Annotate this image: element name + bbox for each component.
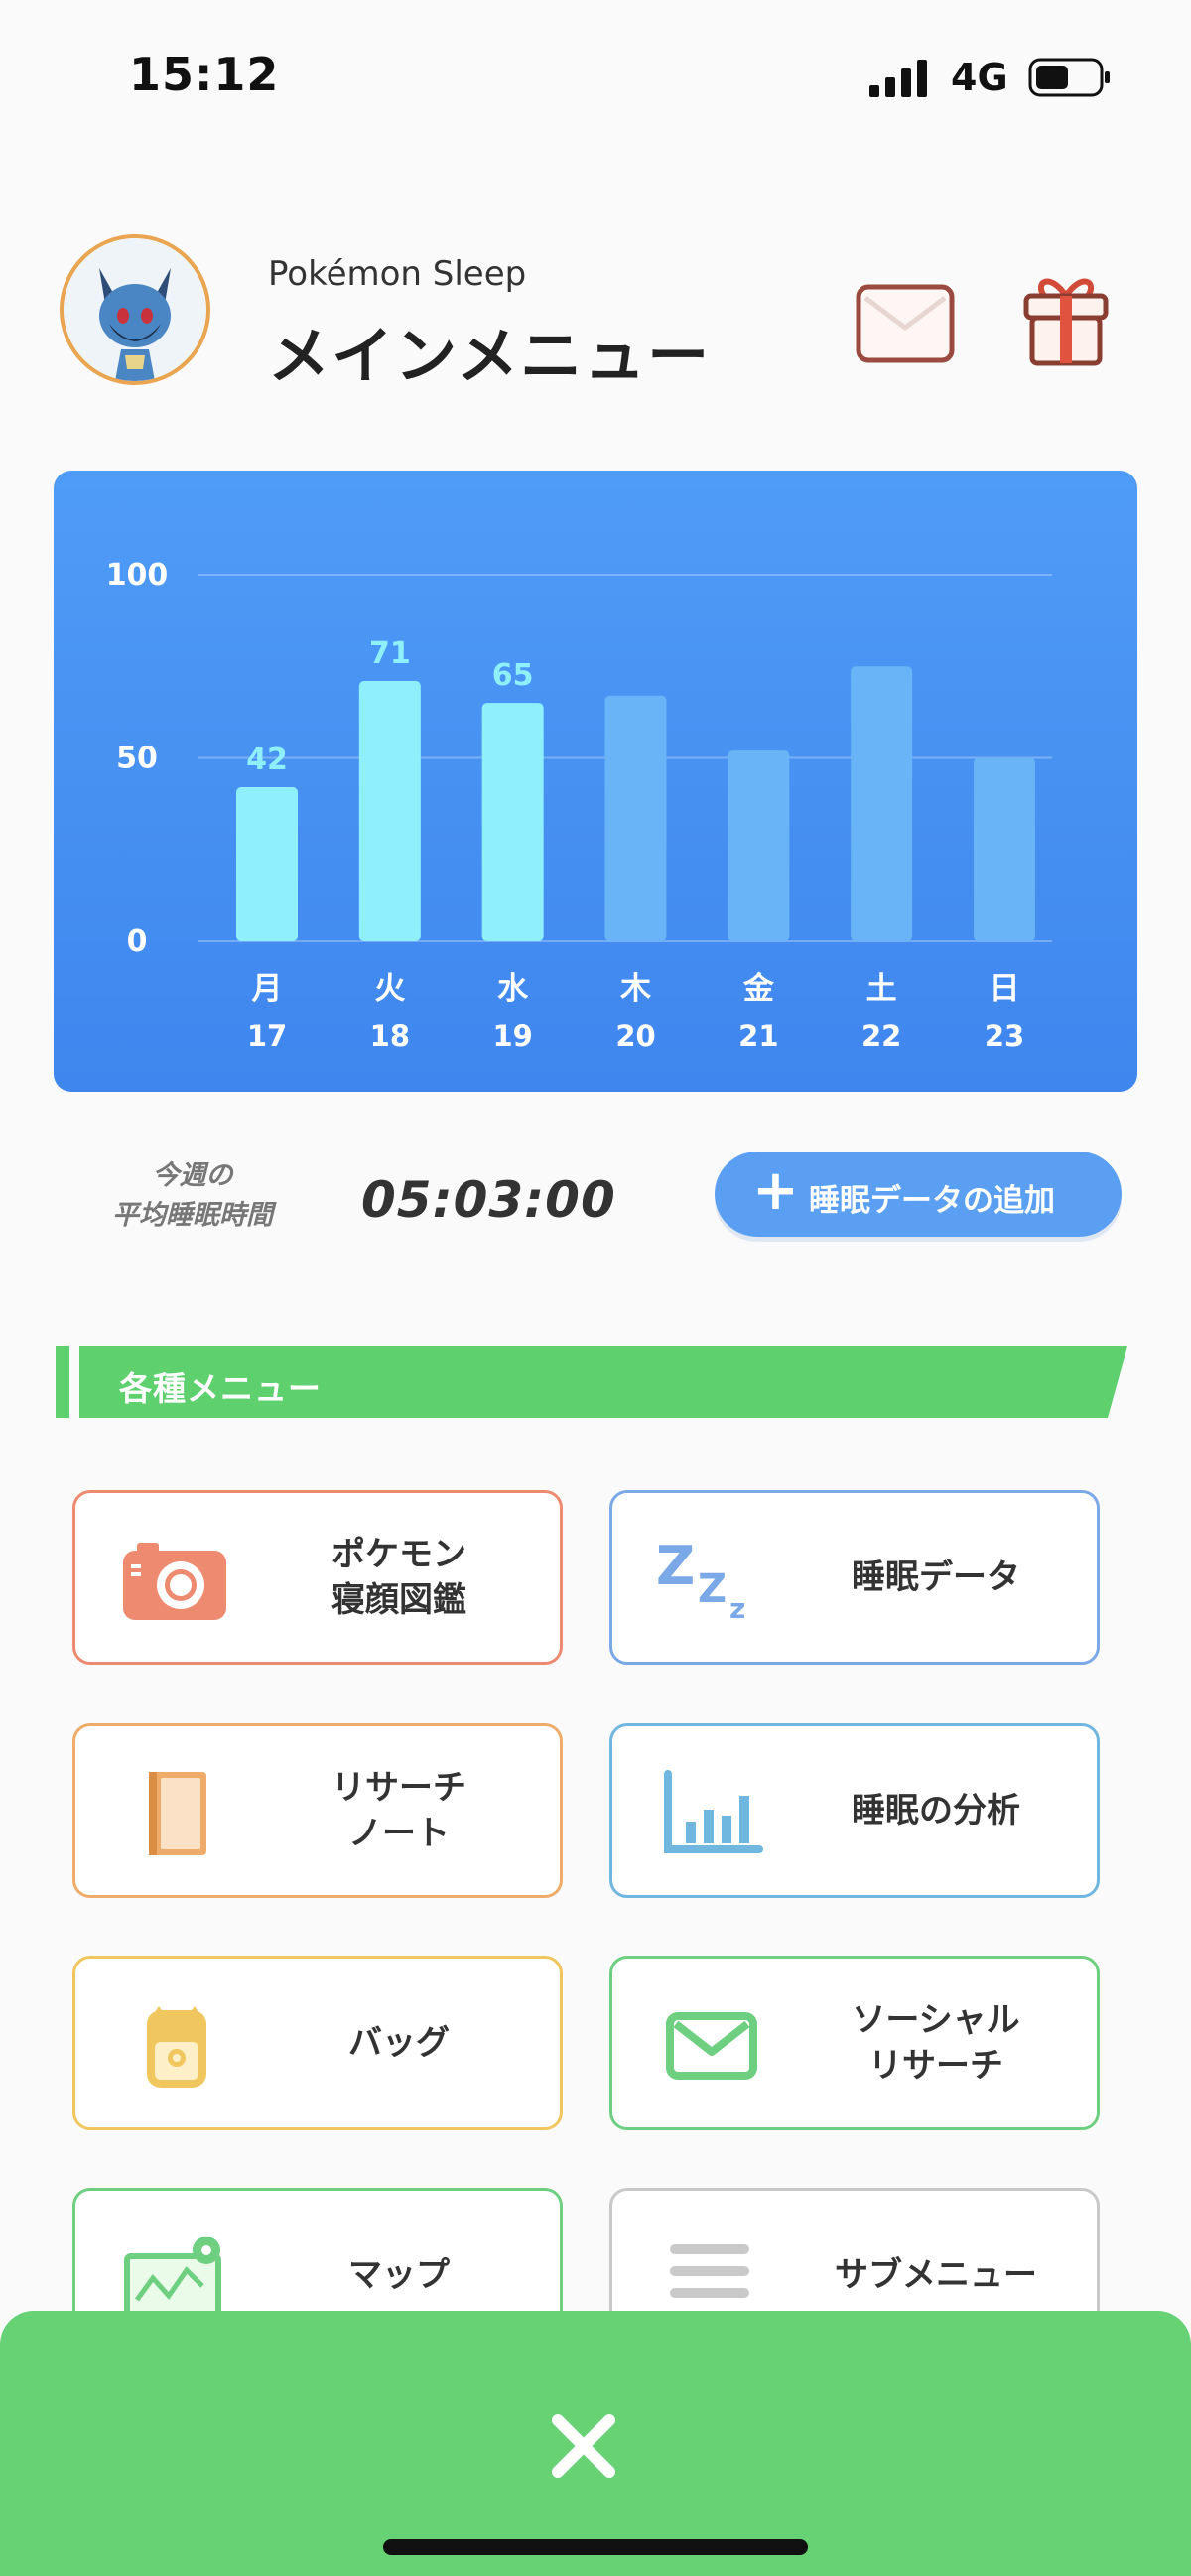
- notebook-icon: [119, 1770, 230, 1857]
- x-tick-date: 21: [738, 1019, 778, 1053]
- menu-tile-label: ポケモン 寝顔図鑑: [331, 1535, 466, 1620]
- menu-tile[interactable]: リサーチ ノート: [72, 1723, 563, 1898]
- chart-canvas: 0 50 100 42 月 17 71 火 18 65 水 19 木 20 金 21 土 22 日 23: [106, 558, 1052, 1053]
- bar: [481, 703, 544, 941]
- menu-tile-label: 睡眠データ: [852, 1558, 1020, 1597]
- menu-tile-label: ソーシャル リサーチ: [852, 2000, 1020, 2086]
- y-tick-label: 50: [116, 742, 158, 776]
- zzz-icon: ZZz: [656, 1535, 767, 1625]
- section-header: 各種メニュー: [56, 1346, 1127, 1418]
- home-indicator: [383, 2539, 808, 2555]
- svg-text:Z: Z: [698, 1566, 727, 1612]
- x-tick-date: 18: [370, 1019, 410, 1053]
- map-icon: [119, 2235, 230, 2325]
- bar: [236, 787, 298, 941]
- network-type: 4G: [951, 56, 1008, 99]
- menu-tile[interactable]: ソーシャル リサーチ: [609, 1956, 1100, 2130]
- menu-tile[interactable]: 睡眠の分析: [609, 1723, 1100, 1898]
- section-title: 各種メニュー: [119, 1369, 322, 1408]
- x-tick-date: 19: [492, 1019, 532, 1053]
- x-tick-weekday: 月: [252, 971, 283, 1007]
- gift-icon: [1023, 278, 1109, 366]
- status-time: 15:12: [129, 48, 280, 101]
- x-tick-weekday: 金: [742, 971, 775, 1007]
- menu-tile[interactable]: ポケモン 寝顔図鑑: [72, 1490, 563, 1665]
- mail-icon: [656, 2002, 767, 2090]
- status-bar: 15:12 4G: [0, 0, 1191, 149]
- close-icon: [552, 2414, 615, 2478]
- weekly-average-value: 05:03:00: [361, 1171, 616, 1229]
- x-tick-date: 20: [615, 1019, 655, 1053]
- weekly-average-label: 今週の 平均睡眠時間: [112, 1160, 273, 1231]
- bar-chart-icon: [656, 1770, 767, 1857]
- add-sleep-data-button[interactable]: + 睡眠データの追加: [715, 1152, 1122, 1237]
- envelope-icon: [856, 284, 955, 363]
- y-tick-label: 0: [127, 924, 148, 959]
- x-tick-weekday: 日: [990, 971, 1020, 1007]
- y-tick-label: 100: [106, 558, 169, 593]
- riolu-icon: [64, 238, 206, 381]
- x-tick-date: 17: [247, 1019, 287, 1053]
- avatar[interactable]: [60, 234, 210, 385]
- header: Pokémon Sleep メインメニュー: [0, 228, 1191, 407]
- x-tick-date: 23: [985, 1019, 1024, 1053]
- x-tick-weekday: 木: [619, 971, 651, 1007]
- gift-button[interactable]: [1020, 268, 1112, 367]
- close-button[interactable]: [544, 2406, 623, 2486]
- menu-lines-icon: [656, 2235, 767, 2322]
- mail-button[interactable]: [856, 284, 955, 363]
- menu-tile-label: バッグ: [348, 2023, 450, 2063]
- bar: [358, 681, 421, 941]
- page-title: メインメニュー: [268, 320, 712, 392]
- app-name: Pokémon Sleep: [268, 254, 527, 294]
- x-tick-weekday: 火: [374, 971, 405, 1007]
- battery-icon: [1028, 58, 1110, 97]
- x-tick-date: 22: [861, 1019, 901, 1053]
- bag-icon: [119, 2002, 230, 2090]
- camera-icon: [119, 1537, 230, 1624]
- bar-value-label: 65: [492, 658, 534, 693]
- bar: [974, 757, 1035, 941]
- bar-value-label: 42: [246, 743, 288, 777]
- bar-value-label: 71: [369, 636, 411, 671]
- x-tick-weekday: 土: [866, 971, 897, 1007]
- menu-tile-label: 睡眠の分析: [852, 1791, 1020, 1830]
- plus-icon: +: [752, 1158, 799, 1223]
- bottom-bar: [0, 2311, 1191, 2576]
- signal-icon: [869, 60, 927, 97]
- bar: [728, 750, 790, 941]
- sleep-score-chart: 0 50 100 42 月 17 71 火 18 65 水 19 木 20 金 21 土 22 日 23: [54, 471, 1137, 1092]
- menu-tile-label: リサーチ ノート: [331, 1768, 466, 1853]
- x-tick-weekday: 水: [497, 971, 529, 1007]
- menu-tile[interactable]: Z Zz 睡眠データ: [609, 1490, 1100, 1665]
- bar: [851, 666, 913, 941]
- bar: [604, 695, 667, 941]
- menu-tile[interactable]: バッグ: [72, 1956, 563, 2130]
- add-sleep-data-label: 睡眠データの追加: [809, 1183, 1055, 1219]
- svg-text:Z: Z: [656, 1537, 695, 1597]
- svg-text:z: z: [729, 1592, 745, 1624]
